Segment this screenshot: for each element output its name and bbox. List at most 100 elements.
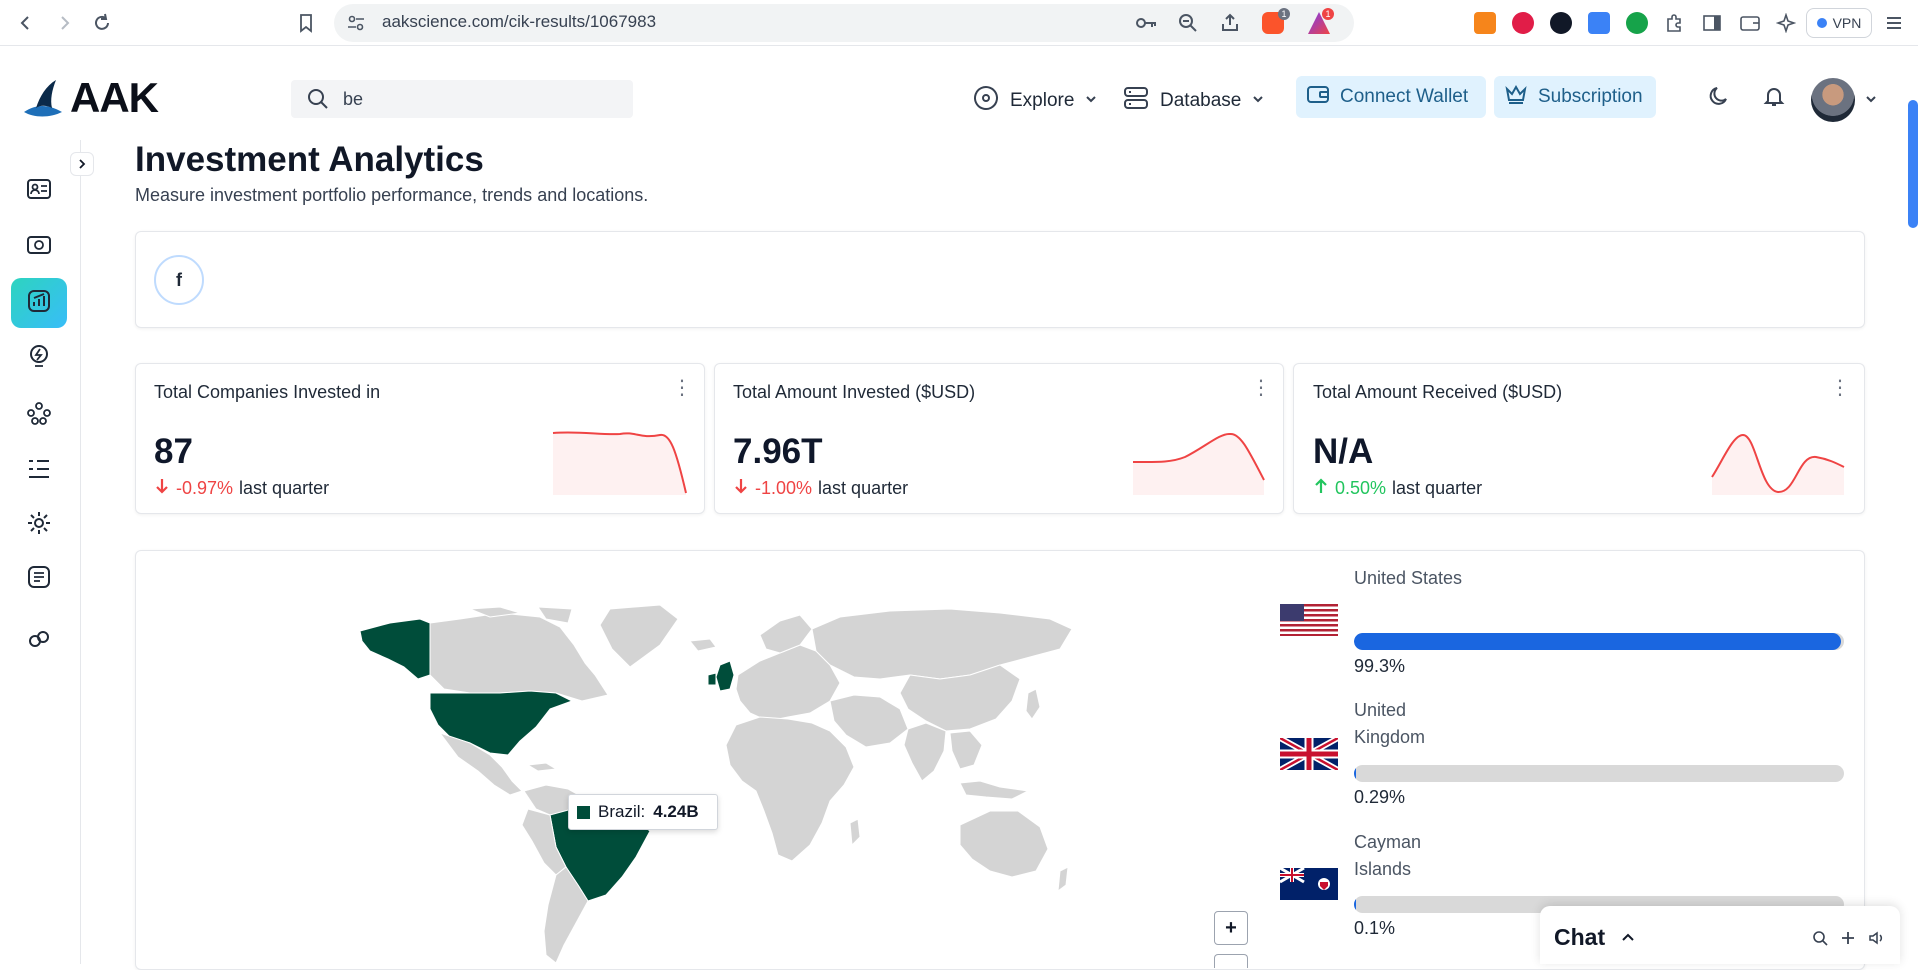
flag-uk-icon [1278,735,1340,773]
key-icon[interactable] [1134,11,1158,35]
more-options-icon[interactable]: ⋮ [1830,378,1850,398]
chat-new-icon[interactable] [1840,930,1856,951]
adblock-icon[interactable] [1512,12,1534,34]
sidebar-item-links[interactable] [11,616,67,666]
sparkline-invested [1132,432,1265,495]
facebook-link[interactable]: f [154,255,204,305]
vpn-button[interactable]: VPN [1806,8,1872,38]
sidebar-item-list[interactable] [11,446,67,496]
browser-toolbar: aakscience.com/cik-results/1067983 1 1 V… [0,0,1918,46]
chevron-down-icon[interactable] [1864,92,1878,111]
sidebar-item-ideas[interactable] [11,334,67,384]
search-input[interactable] [291,80,633,118]
chat-search-icon[interactable] [1812,930,1828,951]
map-country-australia [959,810,1049,878]
explore-menu[interactable]: Explore [972,84,1098,118]
sidebar-item-documents[interactable] [11,554,67,604]
avatar[interactable] [1811,78,1855,122]
stat-change-value: -1.00% [755,478,813,498]
stat-change: 0.50% last quarter [1313,477,1482,500]
map-island-caribbean [527,762,557,772]
compass-icon [972,84,1000,118]
page-scrollbar[interactable] [1908,100,1918,228]
extensions-puzzle-icon[interactable] [1662,11,1686,35]
arrow-up-icon [1313,477,1329,500]
sparkline-companies [552,431,687,495]
page-subtitle: Measure investment portfolio performance… [135,185,649,205]
logo-text[interactable]: AAK [70,74,159,122]
wallet-icon [1306,83,1330,111]
map-country-russia [811,608,1073,680]
stat-change: -1.00% last quarter [733,477,908,500]
stat-value: 7.96T [733,432,823,471]
bookmark-icon[interactable] [294,11,318,35]
arrow-down-icon [733,477,749,500]
arrow-down-icon [154,477,170,500]
stat-title: Total Companies Invested in [154,382,381,402]
map-zoom-out-button[interactable] [1214,954,1248,968]
more-options-icon[interactable]: ⋮ [672,378,692,398]
map-zoom-in-button[interactable]: + [1214,911,1248,945]
connect-wallet-button[interactable]: Connect Wallet [1296,76,1486,118]
page-title: Investment Analytics [135,140,484,179]
stat-change: -0.97% last quarter [154,477,329,500]
url-text[interactable]: aakscience.com/cik-results/1067983 [382,12,656,32]
menu-icon[interactable] [1882,11,1906,35]
reload-icon[interactable] [90,11,114,35]
sidebar-item-analytics[interactable] [11,278,67,328]
sidebar-item-network[interactable] [11,390,67,440]
sidebar-expand-button[interactable] [70,152,94,176]
download-extension-icon[interactable] [1626,12,1648,34]
network-icon [26,400,52,431]
id-card-icon [26,177,52,206]
logo-mark-icon[interactable] [22,78,64,123]
more-options-icon[interactable]: ⋮ [1251,378,1271,398]
chat-sound-icon[interactable] [1868,930,1886,951]
country-name: United States [1354,568,1463,588]
zoom-icon[interactable] [1176,11,1200,35]
tooltip-value: 4.24B [653,802,699,821]
country-share-bar [1354,765,1844,782]
dark-mode-icon[interactable] [1708,84,1732,113]
sidebar-toggle-icon[interactable] [1700,11,1724,35]
tooltip-country: Brazil: [598,802,646,821]
stat-value: 87 [154,432,193,471]
wallet-extension-icon[interactable] [1550,12,1572,34]
brave-shield-badge: 1 [1278,8,1290,20]
subscription-button[interactable]: Subscription [1494,76,1656,118]
money-icon [26,233,52,262]
forward-arrow-icon[interactable] [52,11,76,35]
sidebar-item-profile[interactable] [11,166,67,216]
leo-ai-icon[interactable] [1774,11,1798,35]
country-share-fill [1354,765,1356,782]
map-country-uk [715,660,735,692]
wallet-icon[interactable] [1738,11,1762,35]
database-menu[interactable]: Database [1122,84,1265,118]
chevron-up-icon[interactable] [1620,930,1636,949]
notification-bell-icon[interactable] [1762,84,1786,113]
metamask-icon[interactable] [1474,12,1496,34]
share-icon[interactable] [1218,11,1242,35]
sidebar-item-settings[interactable] [11,500,67,550]
sidebar-item-money[interactable] [11,222,67,272]
stat-change-suffix: last quarter [818,478,909,498]
stat-change-suffix: last quarter [239,478,330,498]
stat-change-suffix: last quarter [1392,478,1483,498]
vpn-status-icon [1816,18,1827,28]
country-share-pct: 0.1% [1354,918,1396,938]
map-country-madagascar [849,818,861,846]
stat-value: N/A [1313,432,1374,471]
map-region-middle-east [829,694,909,748]
facebook-icon: f [176,269,182,290]
site-settings-icon[interactable] [344,11,368,35]
back-arrow-icon[interactable] [14,11,38,35]
lightbulb-icon [27,344,51,375]
translate-icon[interactable] [1588,12,1610,34]
vpn-label: VPN [1832,15,1862,31]
chat-widget[interactable]: Chat [1540,906,1900,964]
chevron-down-icon [1084,90,1098,112]
social-links-card [135,231,1865,328]
map-region-indonesia [959,780,1029,800]
world-map[interactable] [360,605,1075,965]
map-country-canada [429,612,609,702]
